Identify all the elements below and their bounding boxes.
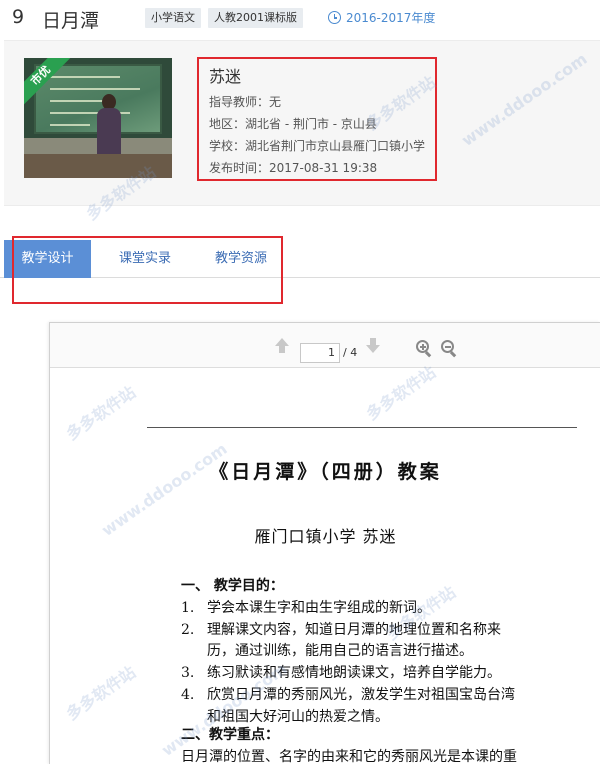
lesson-number: 9 — [12, 6, 25, 28]
document-author: 雁门口镇小学 苏迷 — [254, 527, 397, 546]
section-heading: 二、教学重点： — [181, 727, 279, 743]
zoom-in-icon[interactable] — [416, 340, 433, 358]
next-page-icon[interactable] — [366, 338, 380, 354]
award-badge: 市优 — [24, 58, 72, 106]
guide-teacher: 指导教师：无 — [209, 95, 282, 109]
award-badge-label: 市优 — [24, 58, 72, 106]
previous-page-icon[interactable] — [275, 338, 289, 354]
page-number-input[interactable]: 1 — [300, 343, 340, 363]
video-thumbnail[interactable]: 市优 — [24, 58, 172, 178]
school: 学校：湖北省荆门市京山县雁门口镇小学 — [209, 139, 426, 153]
document-title: 《日月潭》（四册）教案 — [209, 461, 442, 483]
school-year: 2016-2017年度 — [328, 9, 435, 26]
teacher-info-highlight: 苏迷 指导教师：无 地区：湖北省 - 荆门市 - 京山县 学校：湖北省荆门市京山… — [197, 57, 437, 181]
teacher-name[interactable]: 苏迷 — [209, 63, 241, 87]
publish-time: 发布时间：2017-08-31 19:38 — [209, 161, 378, 175]
section-heading: 一、 教学目的： — [181, 578, 284, 594]
document-viewer: 1 / 4 《日月潭》（四册）教案 雁门口镇小学 苏迷 一、 教学目的： 1. 学… — [49, 322, 600, 764]
list-item-continuation: 和祖国大好河山的热爱之情。 — [207, 709, 389, 725]
lesson-title: 日月潭 — [42, 10, 100, 32]
list-item-continuation: 历，通过训练，能用自己的语言进行描述。 — [207, 643, 473, 659]
list-item: 4. 欣赏日月潭的秀丽风光，激发学生对祖国宝岛台湾 — [181, 687, 515, 703]
list-item: 3. 练习默读和有感情地朗读课文，培养自学能力。 — [181, 665, 501, 681]
school-year-label: 2016-2017年度 — [346, 11, 436, 25]
zoom-out-icon[interactable] — [441, 340, 458, 358]
tabs-highlight — [12, 236, 283, 304]
clock-icon — [328, 11, 341, 24]
paragraph: 日月潭的位置、名字的由来和它的秀丽风光是本课的重 — [181, 749, 517, 764]
lesson-info-panel: 市优 苏迷 指导教师：无 地区：湖北省 - 荆门市 - 京山县 学校：湖北省荆门… — [4, 40, 600, 206]
page-total: / 4 — [343, 346, 358, 359]
edition-tag[interactable]: 人教2001课标版 — [208, 8, 303, 28]
lesson-header: 9 日月潭 小学语文 人教2001课标版 2016-2017年度 — [0, 0, 600, 38]
list-item: 1. 学会本课生字和由生字组成的新词。 — [181, 600, 431, 616]
subject-tag[interactable]: 小学语文 — [145, 8, 201, 28]
list-item: 2. 理解课文内容，知道日月潭的地理位置和名称来 — [181, 622, 501, 638]
page-header-rule — [147, 427, 577, 428]
viewer-toolbar: 1 / 4 — [50, 323, 600, 368]
region: 地区：湖北省 - 荆门市 - 京山县 — [209, 117, 377, 131]
document-page: 《日月潭》（四册）教案 雁门口镇小学 苏迷 一、 教学目的： 1. 学会本课生字和… — [50, 369, 600, 764]
